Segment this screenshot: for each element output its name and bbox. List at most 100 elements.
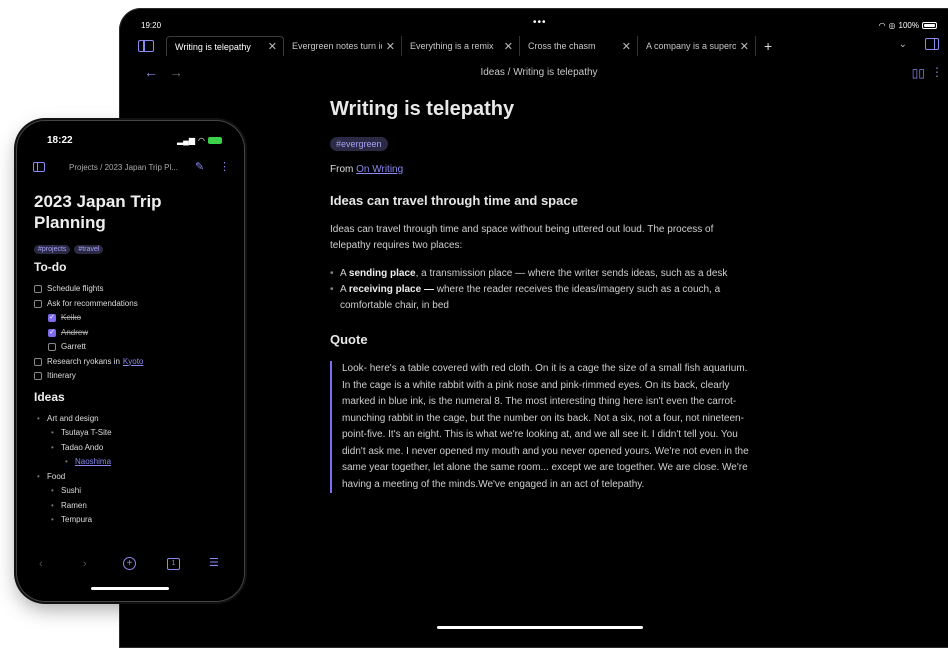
list-item: A sending place, a transmission place — … — [330, 266, 750, 282]
location-icon: ◎ — [888, 21, 896, 30]
more-options-icon[interactable]: ⋮ — [219, 160, 230, 173]
tab-evergreen-notes[interactable]: Evergreen notes turn ide ✕ — [284, 36, 402, 56]
checkbox[interactable] — [34, 299, 42, 308]
bullet-text: A — [340, 268, 349, 279]
status-right: ◠ ◎ 100% — [879, 21, 937, 30]
heading-ideas: Ideas — [34, 389, 65, 404]
list-item: Ramen — [34, 499, 234, 514]
tag-list: #projects #travel — [34, 245, 234, 254]
todo-item: Itinerary — [34, 369, 234, 384]
home-indicator[interactable] — [91, 587, 169, 590]
list-item: Food — [34, 470, 234, 485]
breadcrumb: Projects / 2023 Japan Trip Pl... — [69, 163, 178, 172]
status-time: 18:22 — [47, 135, 73, 146]
tabs-count-icon[interactable]: 1 — [167, 558, 180, 570]
todo-label: Andrew — [61, 327, 89, 337]
checkbox-checked[interactable]: ✓ — [48, 329, 56, 337]
todo-list: Schedule flights Ask for recommendations… — [34, 282, 234, 384]
wifi-icon: ◠ — [198, 136, 205, 145]
heading-todo: To-do — [34, 260, 67, 274]
list-item: Tadao Ando — [34, 441, 234, 456]
tag-travel[interactable]: #travel — [74, 245, 104, 254]
blockquote: Look- here's a table covered with red cl… — [330, 361, 750, 493]
close-tab-icon[interactable]: ✕ — [386, 40, 395, 53]
todo-item: ✓ Keiko — [34, 311, 234, 326]
checkbox[interactable] — [34, 357, 42, 366]
navigation-row: ← → Ideas / Writing is telepathy ▯▯ ⋮ — [119, 64, 948, 82]
close-tab-icon[interactable]: ✕ — [622, 40, 631, 53]
tab-cross-the-chasm[interactable]: Cross the chasm ✕ — [520, 36, 638, 56]
on-writing-link[interactable]: On Writing — [356, 164, 403, 175]
reading-view-icon[interactable]: ▯▯ — [912, 66, 925, 80]
checkbox[interactable] — [34, 372, 42, 381]
iphone-device: 18:22 ▂▄▆ ◠ Projects / 2023 Japan Trip P… — [17, 121, 244, 601]
close-tab-icon[interactable]: ✕ — [504, 40, 513, 53]
iphone-bottom-toolbar: ‹ › + 1 ☰ — [17, 556, 244, 574]
home-indicator[interactable] — [437, 626, 643, 629]
edit-pencil-icon[interactable]: ✎ — [195, 160, 204, 173]
battery-percent: 100% — [898, 21, 919, 30]
todo-label: Ask for recommendations — [47, 298, 138, 308]
menu-list-icon[interactable]: ☰ — [209, 556, 219, 569]
todo-label: Itinerary — [47, 371, 76, 380]
iphone-status-bar: 18:22 ▂▄▆ ◠ — [17, 135, 244, 149]
iphone-note-content: 2023 Japan Trip Planning #projects #trav… — [34, 191, 234, 528]
todo-label: Schedule flights — [47, 284, 104, 293]
bullet-text: , a transmission place — where the write… — [415, 268, 728, 279]
ideas-list: Art and design Tsutaya T-Site Tadao Ando… — [34, 412, 234, 528]
right-sidebar-toggle-icon[interactable] — [925, 38, 939, 50]
heading-ideas-travel: Ideas can travel through time and space — [330, 193, 578, 208]
new-tab-icon[interactable]: + — [764, 38, 772, 54]
tag-projects[interactable]: #projects — [34, 245, 71, 254]
todo-label: Keiko — [61, 313, 82, 322]
tab-writing-is-telepathy[interactable]: Writing is telepathy ✕ — [166, 36, 284, 56]
bullet-bold: receiving place — — [348, 284, 434, 295]
todo-item: Garrett — [34, 340, 234, 355]
more-options-icon[interactable]: ⋮ — [931, 65, 943, 79]
ipad-status-bar: 19:20 ••• ◠ ◎ 100% — [119, 8, 948, 34]
tag-evergreen[interactable]: #evergreen — [330, 137, 388, 151]
tab-label: Cross the chasm — [528, 41, 596, 51]
list-item: Tempura — [34, 513, 234, 528]
sidebar-toggle-icon[interactable] — [33, 162, 45, 172]
tab-label: Everything is a remix — [410, 41, 494, 51]
todo-item: Schedule flights — [34, 282, 234, 297]
signal-icon: ▂▄▆ — [177, 136, 196, 145]
list-item: A receiving place — where the reader rec… — [330, 282, 750, 314]
battery-icon — [208, 137, 222, 144]
forward-chevron-icon[interactable]: › — [83, 558, 87, 570]
bullet-list: A sending place, a transmission place — … — [330, 266, 750, 314]
status-time: 19:20 — [141, 21, 162, 30]
close-tab-icon[interactable]: ✕ — [268, 40, 277, 53]
tab-bar-right: ⌄ — [899, 38, 939, 50]
tab-label: A company is a superorg — [646, 41, 736, 51]
kyoto-link[interactable]: Kyoto — [123, 355, 143, 370]
back-chevron-icon[interactable]: ‹ — [39, 558, 43, 570]
todo-label: Research ryokans in — [47, 356, 120, 366]
todo-item: Ask for recommendations — [34, 297, 234, 312]
close-tab-icon[interactable]: ✕ — [740, 40, 749, 53]
naoshima-link[interactable]: Naoshima — [75, 457, 111, 466]
multitasking-dots-icon[interactable]: ••• — [533, 17, 547, 28]
chevron-down-icon[interactable]: ⌄ — [899, 39, 907, 50]
list-item: Art and design — [34, 412, 234, 427]
from-prefix: From — [330, 164, 357, 175]
left-sidebar-toggle-icon[interactable] — [138, 40, 154, 52]
note-title: 2023 Japan Trip Planning — [34, 192, 162, 232]
from-line: From On Writing — [330, 164, 750, 175]
tab-everything-is-a-remix[interactable]: Everything is a remix ✕ — [402, 36, 520, 56]
new-note-plus-icon[interactable]: + — [123, 557, 136, 570]
note-content: Writing is telepathy #evergreen From On … — [330, 98, 750, 493]
todo-item: ✓ Andrew — [34, 326, 234, 341]
checkbox-checked[interactable]: ✓ — [48, 314, 56, 323]
list-item: Sushi — [34, 484, 234, 499]
todo-item: Research ryokans in Kyoto — [34, 355, 234, 370]
list-item: Naoshima — [34, 455, 234, 470]
checkbox[interactable] — [48, 343, 56, 352]
tab-company-superorganism[interactable]: A company is a superorg ✕ — [638, 36, 756, 56]
paragraph-ideas: Ideas can travel through time and space … — [330, 224, 714, 251]
checkbox[interactable] — [34, 285, 42, 294]
iphone-nav-bar: Projects / 2023 Japan Trip Pl... ✎ ⋮ — [17, 160, 244, 176]
note-title: Writing is telepathy — [330, 98, 515, 120]
bullet-text: A — [340, 284, 349, 295]
